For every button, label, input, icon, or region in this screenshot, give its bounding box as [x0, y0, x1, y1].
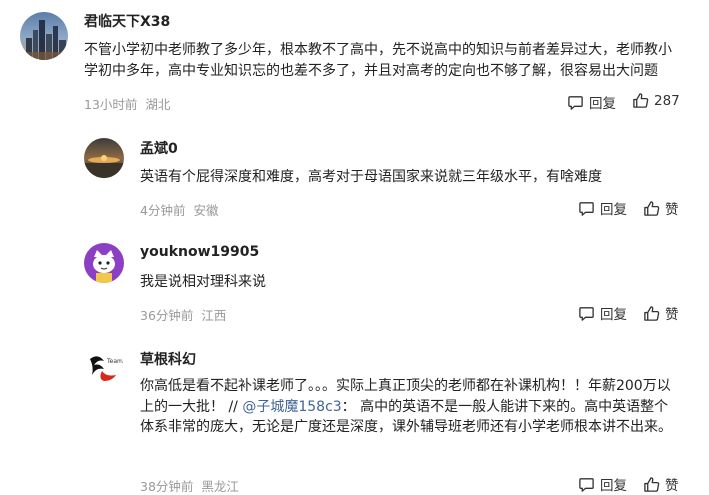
team-logo-text: Team	[106, 358, 123, 365]
avatar[interactable]	[20, 12, 68, 60]
reply-label: 回复	[589, 96, 616, 112]
comment-meta: 4分钟前 安徽	[140, 200, 218, 219]
timestamp: 4分钟前	[140, 203, 186, 218]
like-count: 287	[654, 92, 680, 109]
like-label: 赞	[665, 478, 679, 494]
comment-bubble-icon	[579, 306, 594, 321]
user-mention-link[interactable]: @子城魔158c3	[242, 399, 341, 415]
reply-label: 回复	[600, 202, 627, 218]
comment-bubble-icon	[568, 95, 583, 110]
city-skyline-icon	[20, 12, 68, 60]
like-button[interactable]: 287	[632, 92, 680, 109]
reply-button[interactable]: 回复	[578, 474, 627, 494]
location: 安徽	[193, 203, 219, 218]
like-button[interactable]: 赞	[643, 474, 679, 494]
reply-button[interactable]: 回复	[567, 92, 616, 112]
timestamp: 38分钟前	[140, 479, 194, 494]
username[interactable]: 孟斌0	[140, 138, 178, 158]
timestamp: 36分钟前	[140, 308, 194, 323]
location: 湖北	[145, 97, 171, 112]
avatar[interactable]	[84, 138, 124, 178]
comment-text: 不管小学初中老师教了多少年，根本教不了高中，先不说高中的知识与前者差异过大，老师…	[84, 42, 672, 79]
location: 黑龙江	[201, 479, 239, 494]
reply-label: 回复	[600, 478, 627, 494]
cartoon-cat-icon	[84, 243, 124, 283]
comment-bubble-icon	[579, 477, 594, 492]
like-button[interactable]: 赞	[643, 198, 679, 218]
username[interactable]: youknow19905	[140, 244, 259, 260]
thumbs-up-icon	[644, 200, 660, 216]
thumbs-up-icon	[644, 305, 660, 321]
username[interactable]: 君临天下X38	[84, 11, 170, 31]
reply-button[interactable]: 回复	[578, 303, 627, 323]
avatar[interactable]: Team	[84, 349, 124, 389]
comment-bubble-icon	[579, 201, 594, 216]
comment-text: 你高低是看不起补课老师了。。。实际上真正顶尖的老师都在补课机构！！年薪200万以…	[140, 376, 680, 438]
sunset-icon	[84, 138, 124, 178]
thumbs-up-icon	[633, 93, 649, 108]
reply-button[interactable]: 回复	[578, 198, 627, 218]
reply-label: 回复	[600, 307, 627, 323]
location: 江西	[201, 308, 227, 323]
comment-meta: 13小时前 湖北	[84, 94, 170, 113]
like-label: 赞	[665, 202, 679, 218]
comment-meta: 36分钟前 江西	[140, 305, 226, 324]
timestamp: 13小时前	[84, 97, 138, 112]
username[interactable]: 草根科幻	[140, 349, 196, 369]
team-logo-icon: Team	[84, 349, 124, 389]
thumbs-up-icon	[644, 476, 660, 492]
comment-text: 我是说相对理科来说	[140, 274, 266, 290]
avatar[interactable]	[84, 243, 124, 283]
like-button[interactable]: 赞	[643, 303, 679, 323]
like-label: 赞	[665, 307, 679, 323]
comment-text: 英语有个屁得深度和难度，高考对于母语国家来说就三年级水平，有啥难度	[140, 169, 602, 185]
